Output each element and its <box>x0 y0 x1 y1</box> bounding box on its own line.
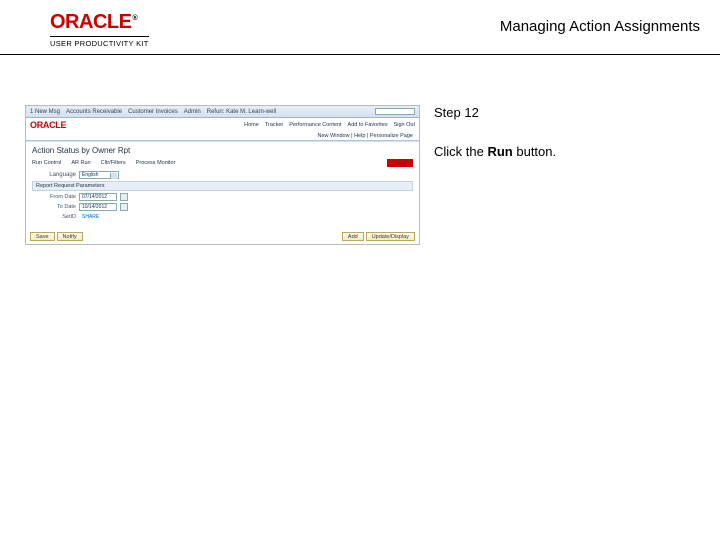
notify-button: Notify <box>57 232 83 241</box>
shot-tab: AR Run <box>71 160 90 166</box>
shot-tab: Process Monitor <box>136 160 176 166</box>
field-label: Language <box>32 172 76 178</box>
instruction-text: Click the Run button. <box>434 144 556 161</box>
shot-nav-link: Sign Out <box>394 122 415 128</box>
field-label: SetID <box>32 214 76 220</box>
language-select: English <box>79 171 119 179</box>
page-header: ORACLE USER PRODUCTIVITY KIT Managing Ac… <box>0 0 720 55</box>
crumb-item: Admin <box>184 109 201 115</box>
update-display-button: Update/Display <box>366 232 415 241</box>
shot-breadcrumb-bar: 1 New Msg Accounts Receivable Customer I… <box>26 106 419 118</box>
oracle-logo: ORACLE <box>50 12 149 32</box>
shot-oracle-logo: ORACLE <box>30 120 66 130</box>
run-bold: Run <box>487 144 512 159</box>
main-content: 1 New Msg Accounts Receivable Customer I… <box>0 55 720 245</box>
shot-tab: Run Control <box>32 160 61 166</box>
crumb-item: Customer Invoices <box>128 109 178 115</box>
to-date-input: 10/14/2012 <box>79 203 117 211</box>
shot-footer: Save Notify Add Update/Display <box>26 229 419 244</box>
page-title: Managing Action Assignments <box>500 12 700 35</box>
save-button: Save <box>30 232 55 241</box>
field-label: To Date <box>32 204 76 210</box>
calendar-icon <box>120 203 128 211</box>
crumb-item: Refun: Kate M. Learn-well <box>207 109 276 115</box>
shot-nav-link: Add to Favorites <box>348 122 388 128</box>
calendar-icon <box>120 193 128 201</box>
embedded-screenshot: 1 New Msg Accounts Receivable Customer I… <box>25 105 420 245</box>
upk-label: USER PRODUCTIVITY KIT <box>50 36 149 48</box>
run-highlight <box>387 159 413 167</box>
shot-section-header: Report Request Parameters <box>32 181 413 191</box>
shot-subtabs: Run Control AR Run Cltr/Filters Process … <box>32 159 413 167</box>
crumb-item: 1 New Msg <box>30 109 60 115</box>
add-button: Add <box>342 232 364 241</box>
shot-search-box <box>375 108 415 115</box>
crumb-item: Accounts Receivable <box>66 109 122 115</box>
field-label: From Date <box>32 194 76 200</box>
setid-value: SHARE <box>79 213 117 221</box>
brand-block: ORACLE USER PRODUCTIVITY KIT <box>50 12 149 48</box>
from-date-input: 07/14/2012 <box>79 193 117 201</box>
shot-tab: Cltr/Filters <box>101 160 126 166</box>
shot-nav-link: Home <box>244 122 259 128</box>
shot-nav: Home Tracker Performance Content Add to … <box>66 122 415 128</box>
shot-header-row: ORACLE Home Tracker Performance Content … <box>26 118 419 132</box>
shot-nav-link: Tracker <box>265 122 283 128</box>
step-label: Step 12 <box>434 105 556 122</box>
text-part: button. <box>513 144 556 159</box>
text-part: Click the <box>434 144 487 159</box>
shot-nav-link: Performance Content <box>289 122 341 128</box>
shot-window-links: New Window | Help | Personalize Page <box>26 132 419 140</box>
shot-page-title: Action Status by Owner Rpt <box>32 146 413 155</box>
instruction-pane: Step 12 Click the Run button. <box>434 105 556 161</box>
